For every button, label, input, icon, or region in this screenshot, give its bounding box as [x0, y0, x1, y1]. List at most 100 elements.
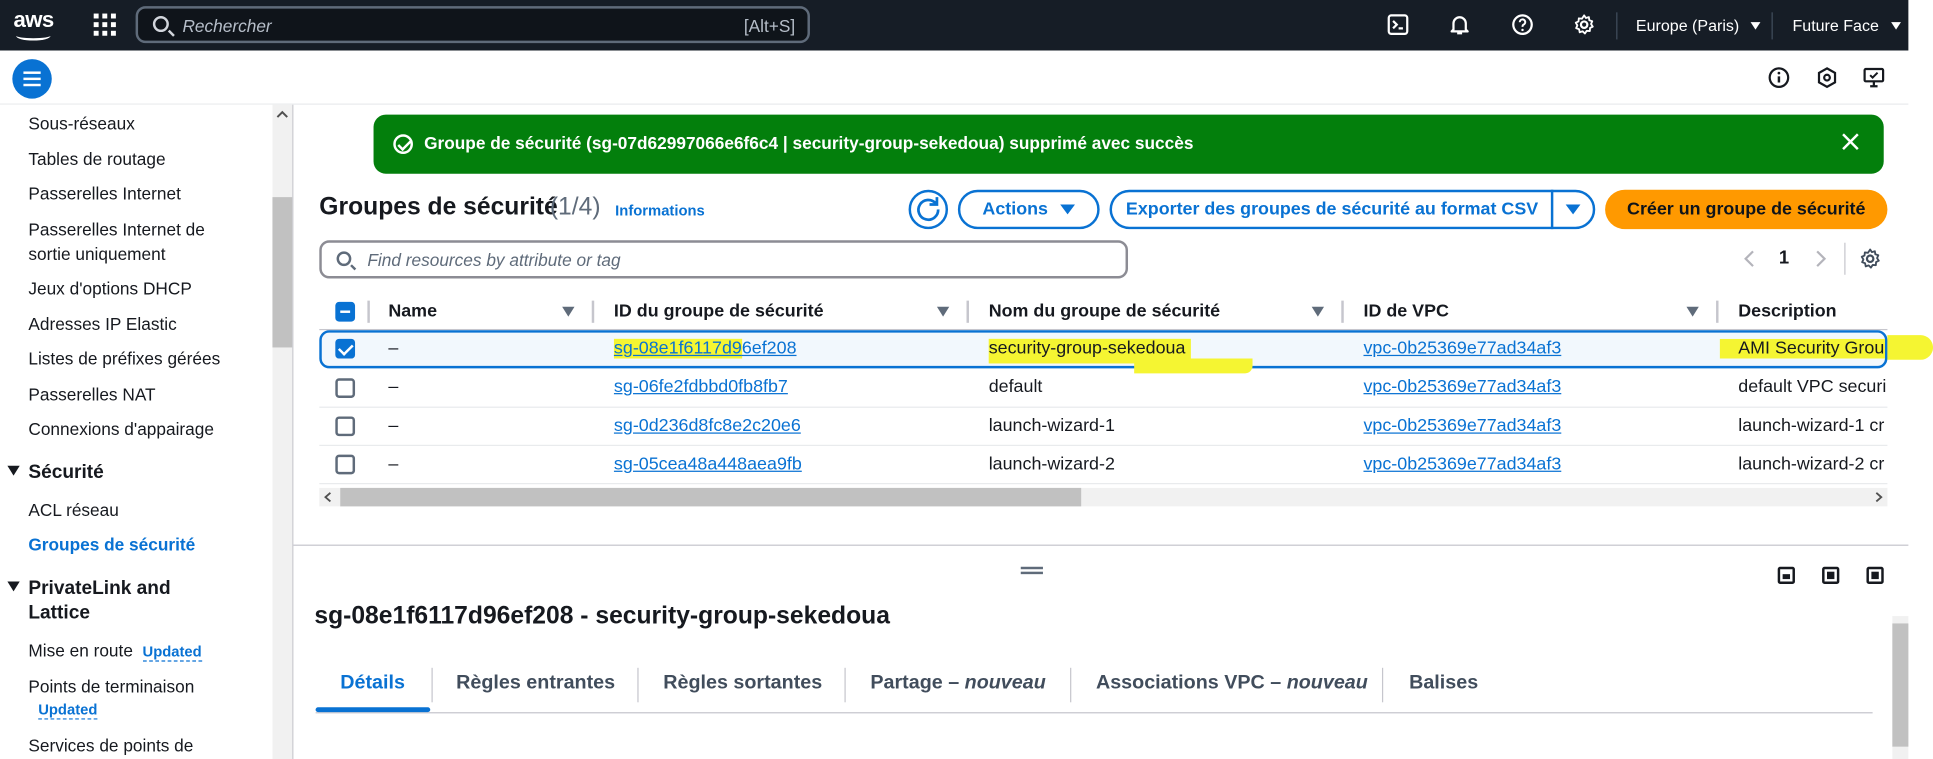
chevron-right-icon[interactable]	[1813, 249, 1828, 269]
refresh-icon	[917, 197, 940, 222]
scroll-left-icon[interactable]	[323, 492, 333, 503]
page-number[interactable]: 1	[1779, 248, 1789, 269]
services-grid-icon[interactable]	[93, 13, 116, 36]
sidebar-item-endpoint-services[interactable]: Services de points de	[28, 733, 193, 758]
caret-down-icon	[7, 581, 20, 592]
sidebar-item-egress-gateways[interactable]: Passerelles Internet de	[28, 217, 205, 242]
info-icon[interactable]	[1768, 67, 1790, 89]
tab-outbound-rules[interactable]: Règles sortantes	[663, 673, 822, 695]
resize-handle-icon[interactable]	[1020, 566, 1043, 575]
tab-vpc-associations[interactable]: Associations VPC – nouveau	[1096, 673, 1368, 695]
tab-details[interactable]: Détails	[340, 673, 405, 695]
create-security-group-button[interactable]: Créer un groupe de sécurité	[1605, 189, 1888, 230]
sort-caret-icon[interactable]	[1311, 306, 1325, 317]
column-header-vpc-id[interactable]: ID de VPC	[1363, 302, 1448, 322]
aws-logo[interactable]: aws	[14, 7, 56, 41]
sidebar-item-subnets[interactable]: Sous-réseaux	[28, 111, 135, 136]
section-label: PrivateLink and	[28, 577, 171, 599]
sidebar-item-route-tables[interactable]: Tables de routage	[28, 147, 165, 172]
cell-group-id-link[interactable]: sg-08e1f6117d96ef208	[613, 338, 797, 359]
tab-separator	[1381, 667, 1384, 703]
cell-group-name: security-group-sekedoua	[988, 338, 1191, 364]
column-header-group-id[interactable]: ID du groupe de sécurité	[614, 302, 824, 322]
sidebar-item-internet-gateways[interactable]: Passerelles Internet	[28, 181, 181, 206]
scroll-up-icon[interactable]	[276, 108, 288, 120]
export-csv-button[interactable]: Exporter des groupes de sécurité au form…	[1109, 189, 1554, 230]
close-icon[interactable]	[1839, 131, 1861, 153]
column-header-name[interactable]: Name	[388, 302, 437, 322]
sidebar-item-nat-gateways[interactable]: Passerelles NAT	[28, 382, 155, 407]
nav-separator	[1771, 12, 1773, 40]
caret-down-icon	[1060, 204, 1076, 215]
cell-group-id-link[interactable]: sg-0d236d8fc8e2c20e6	[614, 416, 801, 436]
settings-gear-icon[interactable]	[1573, 14, 1595, 36]
filter-input[interactable]: Find resources by attribute or tag	[319, 240, 1129, 279]
global-search-input[interactable]: Rechercher [Alt+S]	[135, 6, 810, 44]
sidebar-item-getting-started[interactable]: Mise en route Updated	[28, 638, 202, 664]
row-checkbox[interactable]	[335, 454, 356, 475]
table-horizontal-scrollbar[interactable]	[319, 487, 1888, 507]
table-settings-gear-icon[interactable]	[1859, 248, 1881, 270]
sort-caret-icon[interactable]	[562, 306, 575, 317]
column-header-description[interactable]: Description	[1738, 302, 1836, 322]
actions-button[interactable]: Actions	[957, 189, 1100, 230]
sort-caret-icon[interactable]	[936, 306, 950, 317]
table-row[interactable]	[319, 370, 1888, 408]
sidebar-item-network-acls[interactable]: ACL réseau	[28, 498, 119, 523]
tab-sharing[interactable]: Partage – nouveau	[870, 673, 1045, 695]
item-label: Mise en route	[28, 640, 133, 661]
actions-label: Actions	[982, 199, 1048, 220]
notifications-bell-icon[interactable]	[1449, 14, 1471, 36]
sidebar-scrollbar-thumb[interactable]	[272, 197, 293, 348]
select-all-checkbox[interactable]	[335, 301, 356, 322]
filter-placeholder: Find resources by attribute or tag	[367, 250, 621, 270]
tab-separator	[637, 667, 639, 703]
row-checkbox[interactable]	[335, 416, 356, 437]
cell-vpc-link[interactable]: vpc-0b25369e77ad34af3	[1363, 416, 1561, 436]
scroll-right-icon[interactable]	[1874, 492, 1884, 503]
chevron-left-icon[interactable]	[1742, 249, 1757, 269]
info-link[interactable]: Informations	[615, 202, 705, 219]
sidebar-item-egress-gateways-2[interactable]: sortie uniquement	[28, 241, 165, 266]
cell-vpc-link[interactable]: vpc-0b25369e77ad34af3	[1363, 339, 1561, 359]
new-label: nouveau	[964, 672, 1046, 694]
panel-side-icon[interactable]	[1822, 566, 1840, 585]
panel-bottom-icon[interactable]	[1777, 566, 1795, 585]
sidebar-item-dhcp-options[interactable]: Jeux d'options DHCP	[28, 276, 192, 301]
panel-full-icon[interactable]	[1866, 566, 1884, 585]
search-icon	[152, 16, 169, 33]
cloudshell-icon[interactable]	[1387, 14, 1409, 36]
sidebar-section-privatelink[interactable]: PrivateLink and	[7, 577, 171, 602]
cell-group-id-link[interactable]: sg-06fe2fdbbd0fb8fb7	[614, 377, 788, 397]
sidebar-section-security[interactable]: Sécurité	[7, 461, 104, 486]
caret-down-icon	[1565, 204, 1581, 215]
sidebar-item-prefix-lists[interactable]: Listes de préfixes gérées	[28, 346, 220, 371]
split-panel-scrollbar[interactable]	[1892, 616, 1909, 759]
sidebar-item-peering[interactable]: Connexions d'appairage	[28, 416, 214, 441]
export-dropdown-button[interactable]	[1550, 189, 1596, 230]
cell-name: –	[388, 338, 399, 359]
account-menu[interactable]: Future Face	[1792, 16, 1901, 34]
refresh-button[interactable]	[908, 189, 949, 230]
cell-name: –	[388, 416, 399, 437]
cell-vpc-link[interactable]: vpc-0b25369e77ad34af3	[1363, 377, 1561, 397]
notifications-hexagon-icon[interactable]	[1816, 67, 1838, 89]
updated-badge: Updated	[142, 643, 202, 662]
row-checkbox[interactable]	[335, 378, 356, 398]
cell-group-id-link[interactable]: sg-05cea48a448aea9fb	[614, 455, 802, 475]
help-icon[interactable]	[1511, 14, 1533, 36]
sidebar-item-endpoints[interactable]: Points de terminaison	[28, 674, 194, 699]
sort-caret-icon[interactable]	[1686, 306, 1699, 317]
region-selector[interactable]: Europe (Paris)	[1636, 16, 1761, 34]
tab-tags[interactable]: Balises	[1409, 673, 1478, 695]
scrollbar-thumb[interactable]	[1892, 623, 1909, 747]
tab-inbound-rules[interactable]: Règles entrantes	[456, 673, 615, 695]
menu-hamburger-icon[interactable]	[12, 59, 52, 99]
column-header-group-name[interactable]: Nom du groupe de sécurité	[989, 302, 1220, 322]
sidebar-item-security-groups[interactable]: Groupes de sécurité	[28, 532, 195, 557]
row-checkbox[interactable]	[335, 338, 356, 359]
cell-vpc-link[interactable]: vpc-0b25369e77ad34af3	[1363, 455, 1561, 475]
scrollbar-thumb[interactable]	[340, 487, 1082, 507]
monitor-icon[interactable]	[1863, 67, 1885, 89]
sidebar-item-elastic-ips[interactable]: Adresses IP Elastic	[28, 312, 176, 337]
